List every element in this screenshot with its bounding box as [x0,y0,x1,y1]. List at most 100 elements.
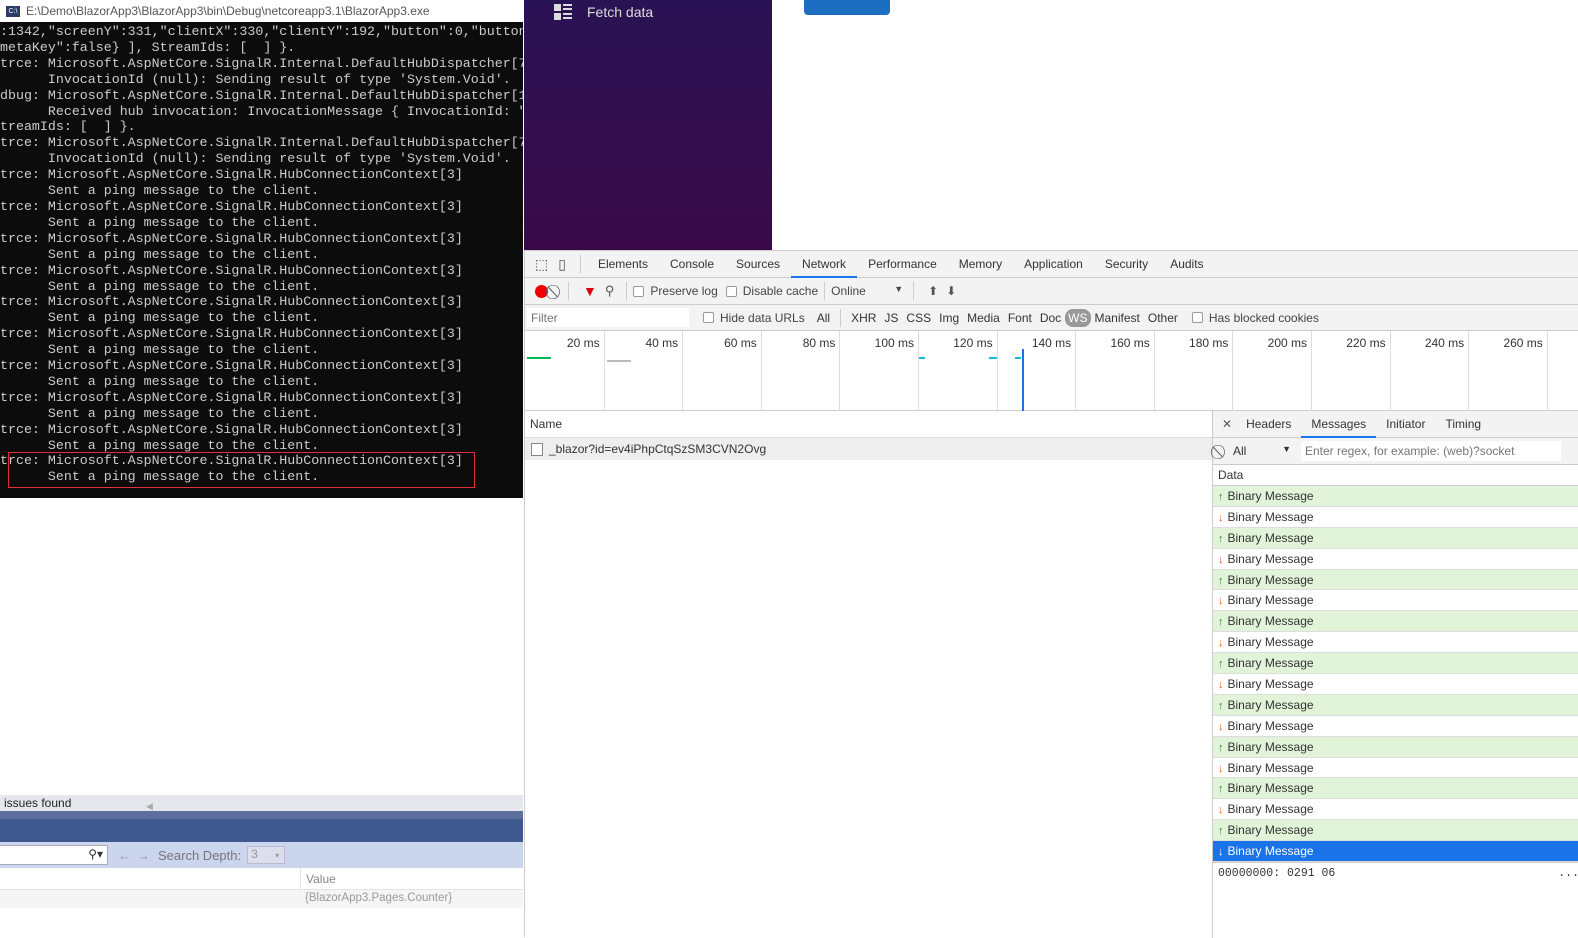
filter-type-css[interactable]: CSS [902,311,935,325]
filter-type-xhr[interactable]: XHR [847,311,880,325]
close-icon[interactable]: ✕ [1222,417,1232,431]
filter-type-manifest[interactable]: Manifest [1091,311,1144,325]
arrow-down-icon: ↓ [1218,553,1224,566]
message-type-select[interactable]: All ▼ [1233,444,1291,458]
filter-type-media[interactable]: Media [963,311,1004,325]
tab-performance[interactable]: Performance [857,251,948,278]
tab-application[interactable]: Application [1013,251,1094,278]
timeline-gridline [1546,331,1548,411]
filter-type-doc[interactable]: Doc [1036,311,1065,325]
filter-type-font[interactable]: Font [1004,311,1036,325]
tab-security[interactable]: Security [1094,251,1159,278]
click-me-button[interactable]: Click me [804,0,890,15]
message-row[interactable]: ↓ Binary Message [1213,548,1578,570]
hide-data-urls-checkbox[interactable]: Hide data URLs [703,311,805,325]
tab-elements[interactable]: Elements [587,251,659,278]
arrow-up-icon: ↑ [1218,491,1224,503]
message-regex-input[interactable] [1301,441,1561,461]
watch-search-input[interactable]: ⚲▾ [0,845,108,865]
disable-cache-checkbox[interactable]: Disable cache [725,284,818,298]
network-timeline[interactable]: 20 ms 40 ms 60 ms 80 ms 100 ms 120 ms 140 ms 16… [525,331,1578,411]
search-icon[interactable]: ⚲ [605,283,615,299]
import-har-icon[interactable]: ⬆ [928,284,938,298]
filter-type-ws[interactable]: WS [1065,308,1091,327]
message-row[interactable]: ↑ Binary Message [1213,694,1578,716]
value-column-header[interactable]: Value [306,872,336,886]
export-har-icon[interactable]: ⬇ [946,284,956,298]
search-depth-value: 3 [251,847,258,861]
detail-tab-messages[interactable]: Messages [1301,411,1377,438]
back-arrow-icon[interactable]: ← [118,848,131,863]
tab-sources[interactable]: Sources [725,251,791,278]
timeline-tick-label: 100 ms [874,336,914,350]
filter-input[interactable] [527,308,689,327]
device-toolbar-icon[interactable]: ▯ [558,256,566,273]
timeline-gridline [1389,331,1391,411]
detail-tab-initiator[interactable]: Initiator [1376,411,1435,438]
message-row[interactable]: ↑ Binary Message [1213,611,1578,633]
filter-type-img[interactable]: Img [935,311,963,325]
forward-arrow-icon[interactable]: → [137,848,150,863]
message-row[interactable]: ↑ Binary Message [1213,653,1578,675]
message-row[interactable]: ↑ Binary Message [1213,569,1578,591]
request-row[interactable]: _blazor?id=ev4iPhpCtqSzSM3CVN2Ovg [525,438,1212,460]
message-row[interactable]: ↓ Binary Message [1213,715,1578,737]
timeline-gridline [918,331,919,411]
tab-network[interactable]: Network [791,251,858,278]
message-row[interactable]: ↓ Binary Message [1213,674,1578,695]
filter-type-other[interactable]: Other [1144,311,1182,325]
arrow-up-icon: ↑ [1218,658,1224,671]
data-column-header[interactable]: Data [1213,465,1578,486]
hex-ascii: ... [1558,867,1578,881]
message-row[interactable]: ↑ Binary Message [1213,527,1578,549]
message-list: ↑ Binary Message ↓ Binary Message ↑ Binary Me… [1213,486,1578,863]
preserve-log-checkbox[interactable]: Preserve log [633,284,718,298]
timeline-gridline [996,331,998,411]
message-text: Binary Message [1227,593,1314,608]
console-line: trce: Microsoft.AspNetCore.SignalR.HubCo… [0,230,463,246]
record-icon[interactable] [535,284,548,298]
timeline-bar [989,357,997,359]
message-row[interactable]: ↓ Binary Message [1213,841,1578,863]
filter-bar: Hide data URLs All XHRJSCSSImgMediaFontDo… [525,305,1578,331]
message-row[interactable]: ↑ Binary Message [1213,486,1578,507]
console-line: Received hub invocation: InvocationMessa… [0,103,523,119]
detail-tab-headers[interactable]: Headers [1236,411,1301,438]
blocked-cookies-checkbox[interactable]: Has blocked cookies [1191,311,1319,325]
filter-icon[interactable]: ▼ [583,283,597,299]
detail-tab-timing[interactable]: Timing [1435,411,1491,438]
vs-watch-toolbar: ⚲▾ ← → Search Depth: 3 ▾ [0,842,523,868]
message-row[interactable]: ↑ Binary Message [1213,820,1578,842]
message-row[interactable]: ↑ Binary Message [1213,736,1578,758]
search-depth-select[interactable]: 3 ▾ [247,846,286,864]
nav-fetch-data[interactable]: Fetch data [554,4,653,20]
inspect-element-icon[interactable]: ⬚ [535,256,548,273]
message-text: Binary Message [1227,614,1314,629]
tab-memory[interactable]: Memory [948,251,1013,278]
message-text: Binary Message [1227,760,1314,775]
console-line: trce: Microsoft.AspNetCore.SignalR.HubCo… [0,358,463,374]
arrow-down-icon: ↓ [1218,511,1224,524]
filter-type-js[interactable]: JS [880,311,902,325]
name-column-header[interactable]: Name [525,411,1212,438]
chevron-down-icon: ▼ [894,284,904,294]
console-titlebar[interactable]: C:\ E:\Demo\BlazorApp3\BlazorApp3\bin\Deb… [0,0,523,22]
tab-audits[interactable]: Audits [1159,251,1214,278]
message-row[interactable]: ↑ Binary Message [1213,778,1578,800]
arrow-up-icon: ↑ [1218,783,1224,796]
message-text: Binary Message [1227,635,1314,650]
message-row[interactable]: ↓ Binary Message [1213,506,1578,528]
message-text: Binary Message [1227,781,1314,796]
detail-tabs: ✕ Headers Messages Initiator Timing [1213,411,1578,438]
message-row[interactable]: ↓ Binary Message [1213,632,1578,654]
message-row[interactable]: ↓ Binary Message [1213,590,1578,612]
search-icon[interactable]: ⚲▾ [88,847,103,861]
nav-fetch-label: Fetch data [587,4,654,20]
filter-type-all[interactable]: All [813,311,834,325]
watch-row[interactable]: {BlazorApp3.Pages.Counter} [0,890,523,908]
message-row[interactable]: ↓ Binary Message [1213,799,1578,821]
throttle-select[interactable]: Online ▼ [831,284,903,298]
message-row[interactable]: ↓ Binary Message [1213,757,1578,779]
tab-console[interactable]: Console [659,251,725,278]
timeline-gridline [760,331,762,411]
